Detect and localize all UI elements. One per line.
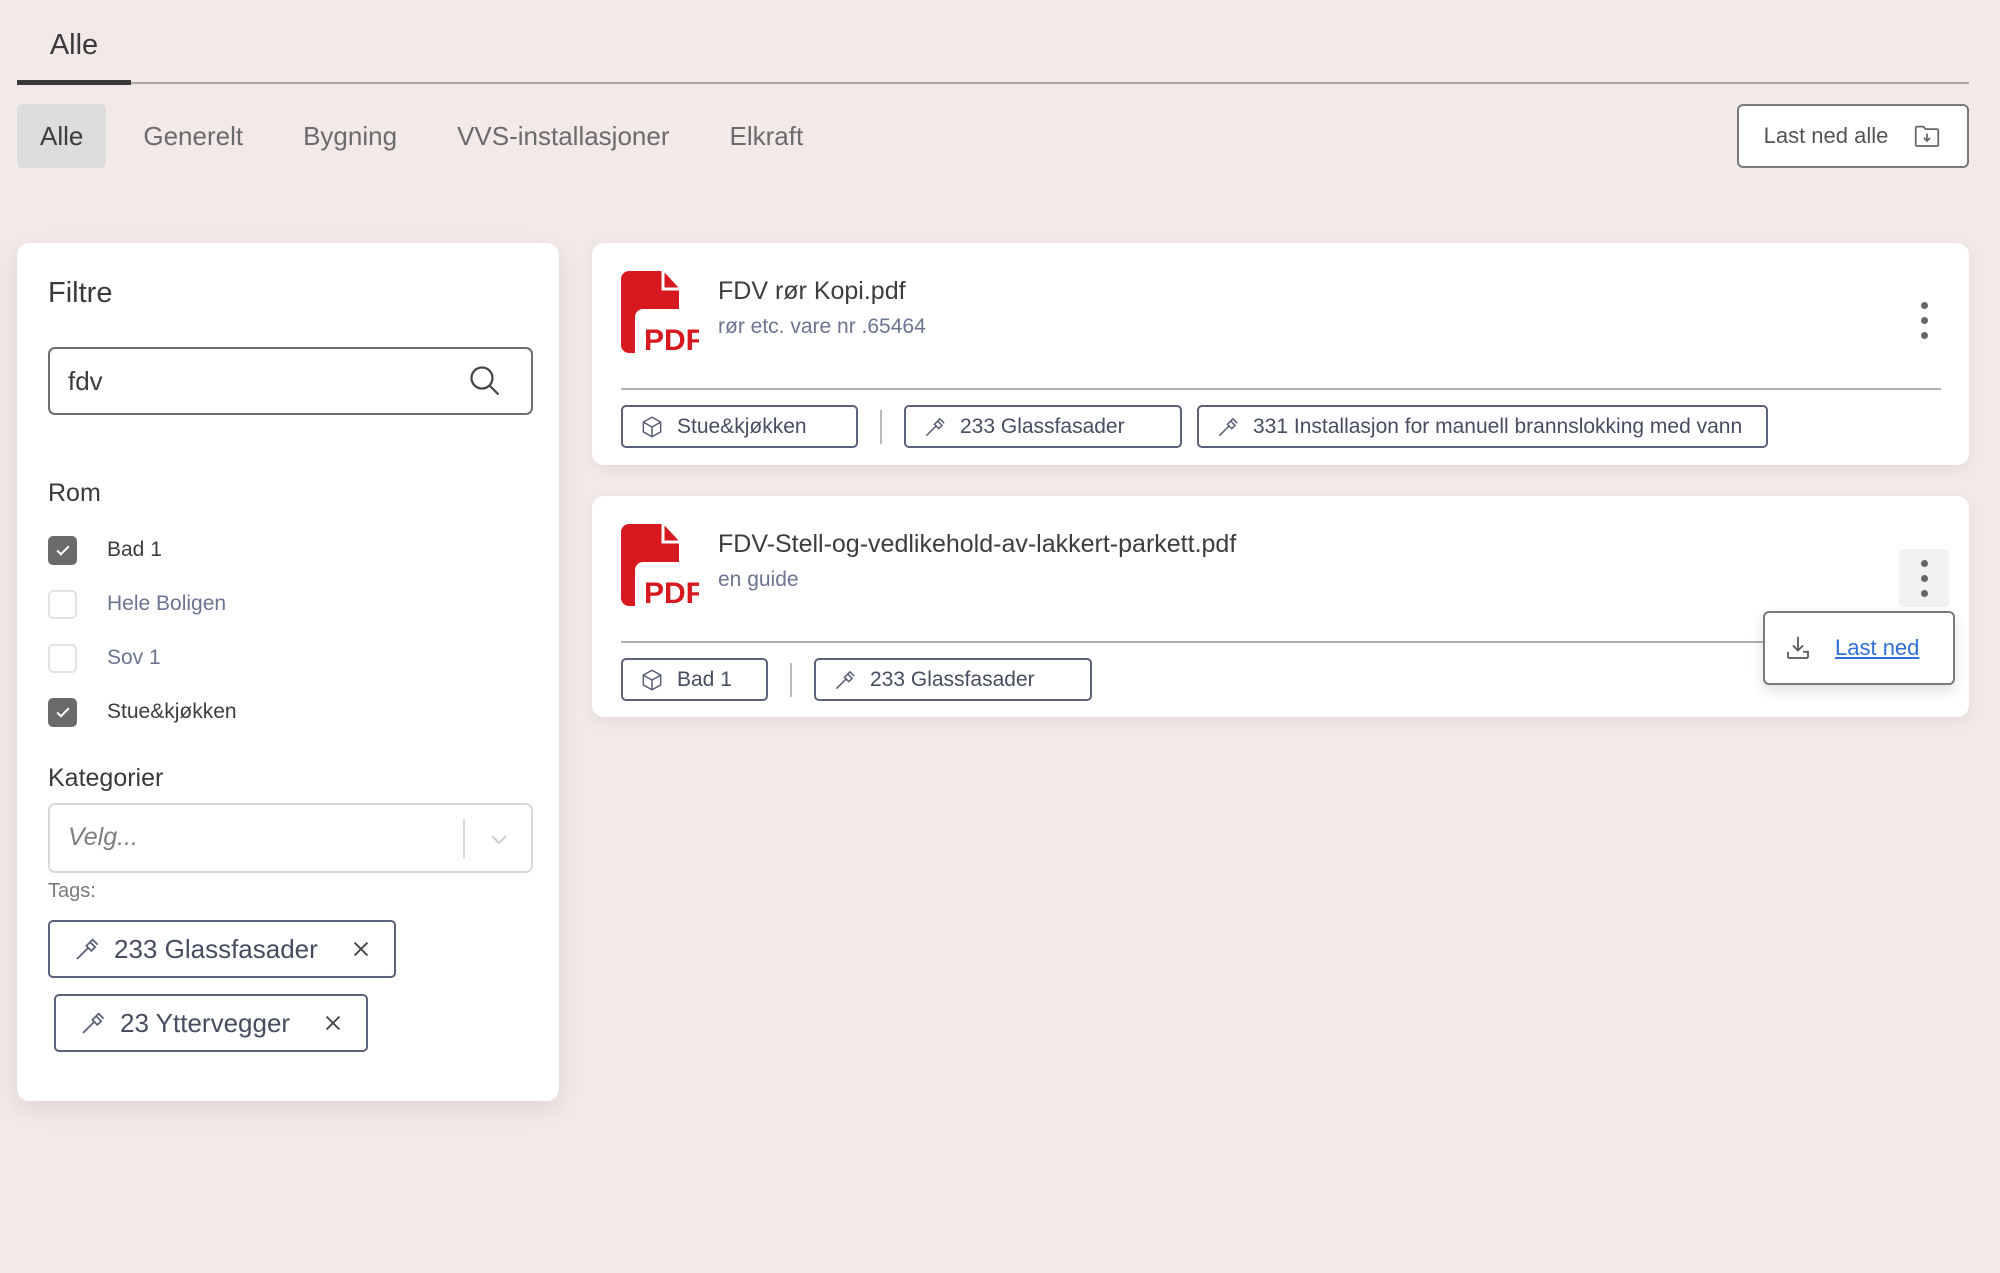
- hammer-icon: [76, 938, 99, 960]
- checkbox-checked[interactable]: [48, 697, 77, 727]
- tab-divider: [17, 82, 1969, 84]
- subtab-generelt[interactable]: Generelt: [120, 104, 266, 168]
- chip-separator: [880, 409, 882, 444]
- rom-option-label: Bad 1: [107, 538, 162, 561]
- category-chip[interactable]: 331 Installasjon for manuell brannslokki…: [1197, 405, 1769, 448]
- kebab-dot: [1920, 574, 1928, 582]
- document-card: PDF FDV-Stell-og-vedlikehold-av-lakkert-…: [592, 496, 1969, 717]
- subtab-elkraft[interactable]: Elkraft: [707, 104, 827, 168]
- active-tab-indicator: [17, 80, 131, 85]
- chip-separator: [790, 662, 792, 697]
- context-menu: Last ned: [1763, 611, 1955, 685]
- tab-alle[interactable]: Alle: [17, 22, 131, 86]
- document-title[interactable]: FDV-Stell-og-vedlikehold-av-lakkert-park…: [718, 530, 1236, 559]
- folder-download-icon: [1915, 125, 1940, 147]
- more-options-button[interactable]: [1899, 291, 1949, 349]
- hammer-icon: [82, 1012, 105, 1034]
- filter-panel: Filtre Rom Bad 1 Hele Boligen Sov 1 Stue…: [17, 243, 559, 1101]
- room-chip[interactable]: Stue&kjøkken: [621, 405, 858, 448]
- chevron-down-icon[interactable]: [487, 827, 511, 851]
- tags-label: Tags:: [48, 880, 96, 902]
- search-icon[interactable]: [467, 363, 503, 399]
- rom-option-bad-1[interactable]: Bad 1: [48, 523, 237, 577]
- pdf-file-icon: PDF: [621, 271, 699, 353]
- top-tab-bar: Alle: [17, 0, 1969, 86]
- download-link[interactable]: Last ned: [1835, 635, 1919, 661]
- kebab-dot: [1920, 559, 1928, 567]
- subtab-alle[interactable]: Alle: [17, 104, 107, 168]
- cube-icon: [642, 668, 662, 691]
- rom-heading: Rom: [48, 479, 101, 507]
- chip-label: Bad 1: [677, 667, 732, 691]
- document-description: rør etc. vare nr .65464: [718, 315, 926, 338]
- document-title[interactable]: FDV rør Kopi.pdf: [718, 277, 906, 306]
- category-tabs: Alle Generelt Bygning VVS-installasjoner…: [17, 104, 840, 168]
- hammer-icon: [925, 417, 945, 436]
- category-chip[interactable]: 233 Glassfasader: [904, 405, 1182, 448]
- checkbox-unchecked[interactable]: [48, 643, 77, 673]
- more-options-button[interactable]: [1899, 549, 1949, 607]
- rom-option-label: Stue&kjøkken: [107, 700, 237, 723]
- chip-label: Stue&kjøkken: [677, 414, 807, 438]
- subtab-bygning[interactable]: Bygning: [280, 104, 420, 168]
- filters-title: Filtre: [48, 277, 113, 309]
- search-field[interactable]: [48, 347, 533, 415]
- download-tray-icon: [1787, 636, 1809, 659]
- chip-label: 331 Installasjon for manuell brannslokki…: [1253, 414, 1743, 438]
- kebab-dot: [1920, 589, 1928, 597]
- rom-option-label: Hele Boligen: [107, 592, 227, 615]
- tag-label: 233 Glassfasader: [114, 933, 318, 964]
- subtab-vvs-installasjoner[interactable]: VVS-installasjoner: [434, 104, 692, 168]
- rom-option-sov-1[interactable]: Sov 1: [48, 631, 237, 685]
- tag-label: 23 Yttervegger: [120, 1007, 291, 1038]
- download-all-button[interactable]: Last ned alle: [1737, 104, 1969, 168]
- svg-text:PDF: PDF: [644, 324, 699, 353]
- chip-label: 233 Glassfasader: [960, 414, 1125, 438]
- kebab-dot: [1920, 316, 1928, 324]
- document-tags: Stue&kjøkken 233 Glassfasader 331 Instal…: [621, 405, 1783, 448]
- checkbox-unchecked[interactable]: [48, 589, 77, 619]
- kategorier-heading: Kategorier: [48, 764, 164, 792]
- rom-option-label: Sov 1: [107, 646, 161, 669]
- select-placeholder: Velg...: [68, 823, 138, 851]
- active-tag-chip: 233 Glassfasader: [48, 920, 396, 978]
- checkmark-icon: [55, 545, 70, 556]
- category-chip[interactable]: 233 Glassfasader: [814, 658, 1092, 701]
- rom-option-hele-boligen[interactable]: Hele Boligen: [48, 577, 237, 631]
- rom-checkbox-list: Bad 1 Hele Boligen Sov 1 Stue&kjøkken: [48, 523, 237, 739]
- document-card: PDF FDV rør Kopi.pdf rør etc. vare nr .6…: [592, 243, 1969, 465]
- close-icon[interactable]: [322, 1012, 344, 1034]
- chip-label: 233 Glassfasader: [870, 667, 1035, 691]
- close-icon[interactable]: [350, 938, 372, 960]
- document-description: en guide: [718, 568, 799, 591]
- kategorier-select[interactable]: Velg...: [48, 803, 533, 873]
- card-divider: [621, 388, 1941, 390]
- checkbox-checked[interactable]: [48, 535, 77, 565]
- kebab-dot: [1920, 331, 1928, 339]
- active-tag-chip: 23 Yttervegger: [54, 994, 369, 1052]
- cube-icon: [642, 415, 662, 438]
- checkmark-icon: [55, 707, 70, 718]
- hammer-icon: [835, 670, 855, 689]
- svg-text:PDF: PDF: [644, 577, 699, 606]
- card-divider: [621, 641, 1941, 643]
- pdf-file-icon: PDF: [621, 524, 699, 606]
- hammer-icon: [1218, 417, 1238, 436]
- search-input[interactable]: [68, 349, 448, 413]
- download-all-label: Last ned alle: [1763, 123, 1889, 148]
- kebab-dot: [1920, 301, 1928, 309]
- room-chip[interactable]: Bad 1: [621, 658, 768, 701]
- document-tags: Bad 1 233 Glassfasader: [621, 658, 1107, 701]
- select-separator: [463, 819, 465, 859]
- rom-option-stue-kjokken[interactable]: Stue&kjøkken: [48, 685, 237, 739]
